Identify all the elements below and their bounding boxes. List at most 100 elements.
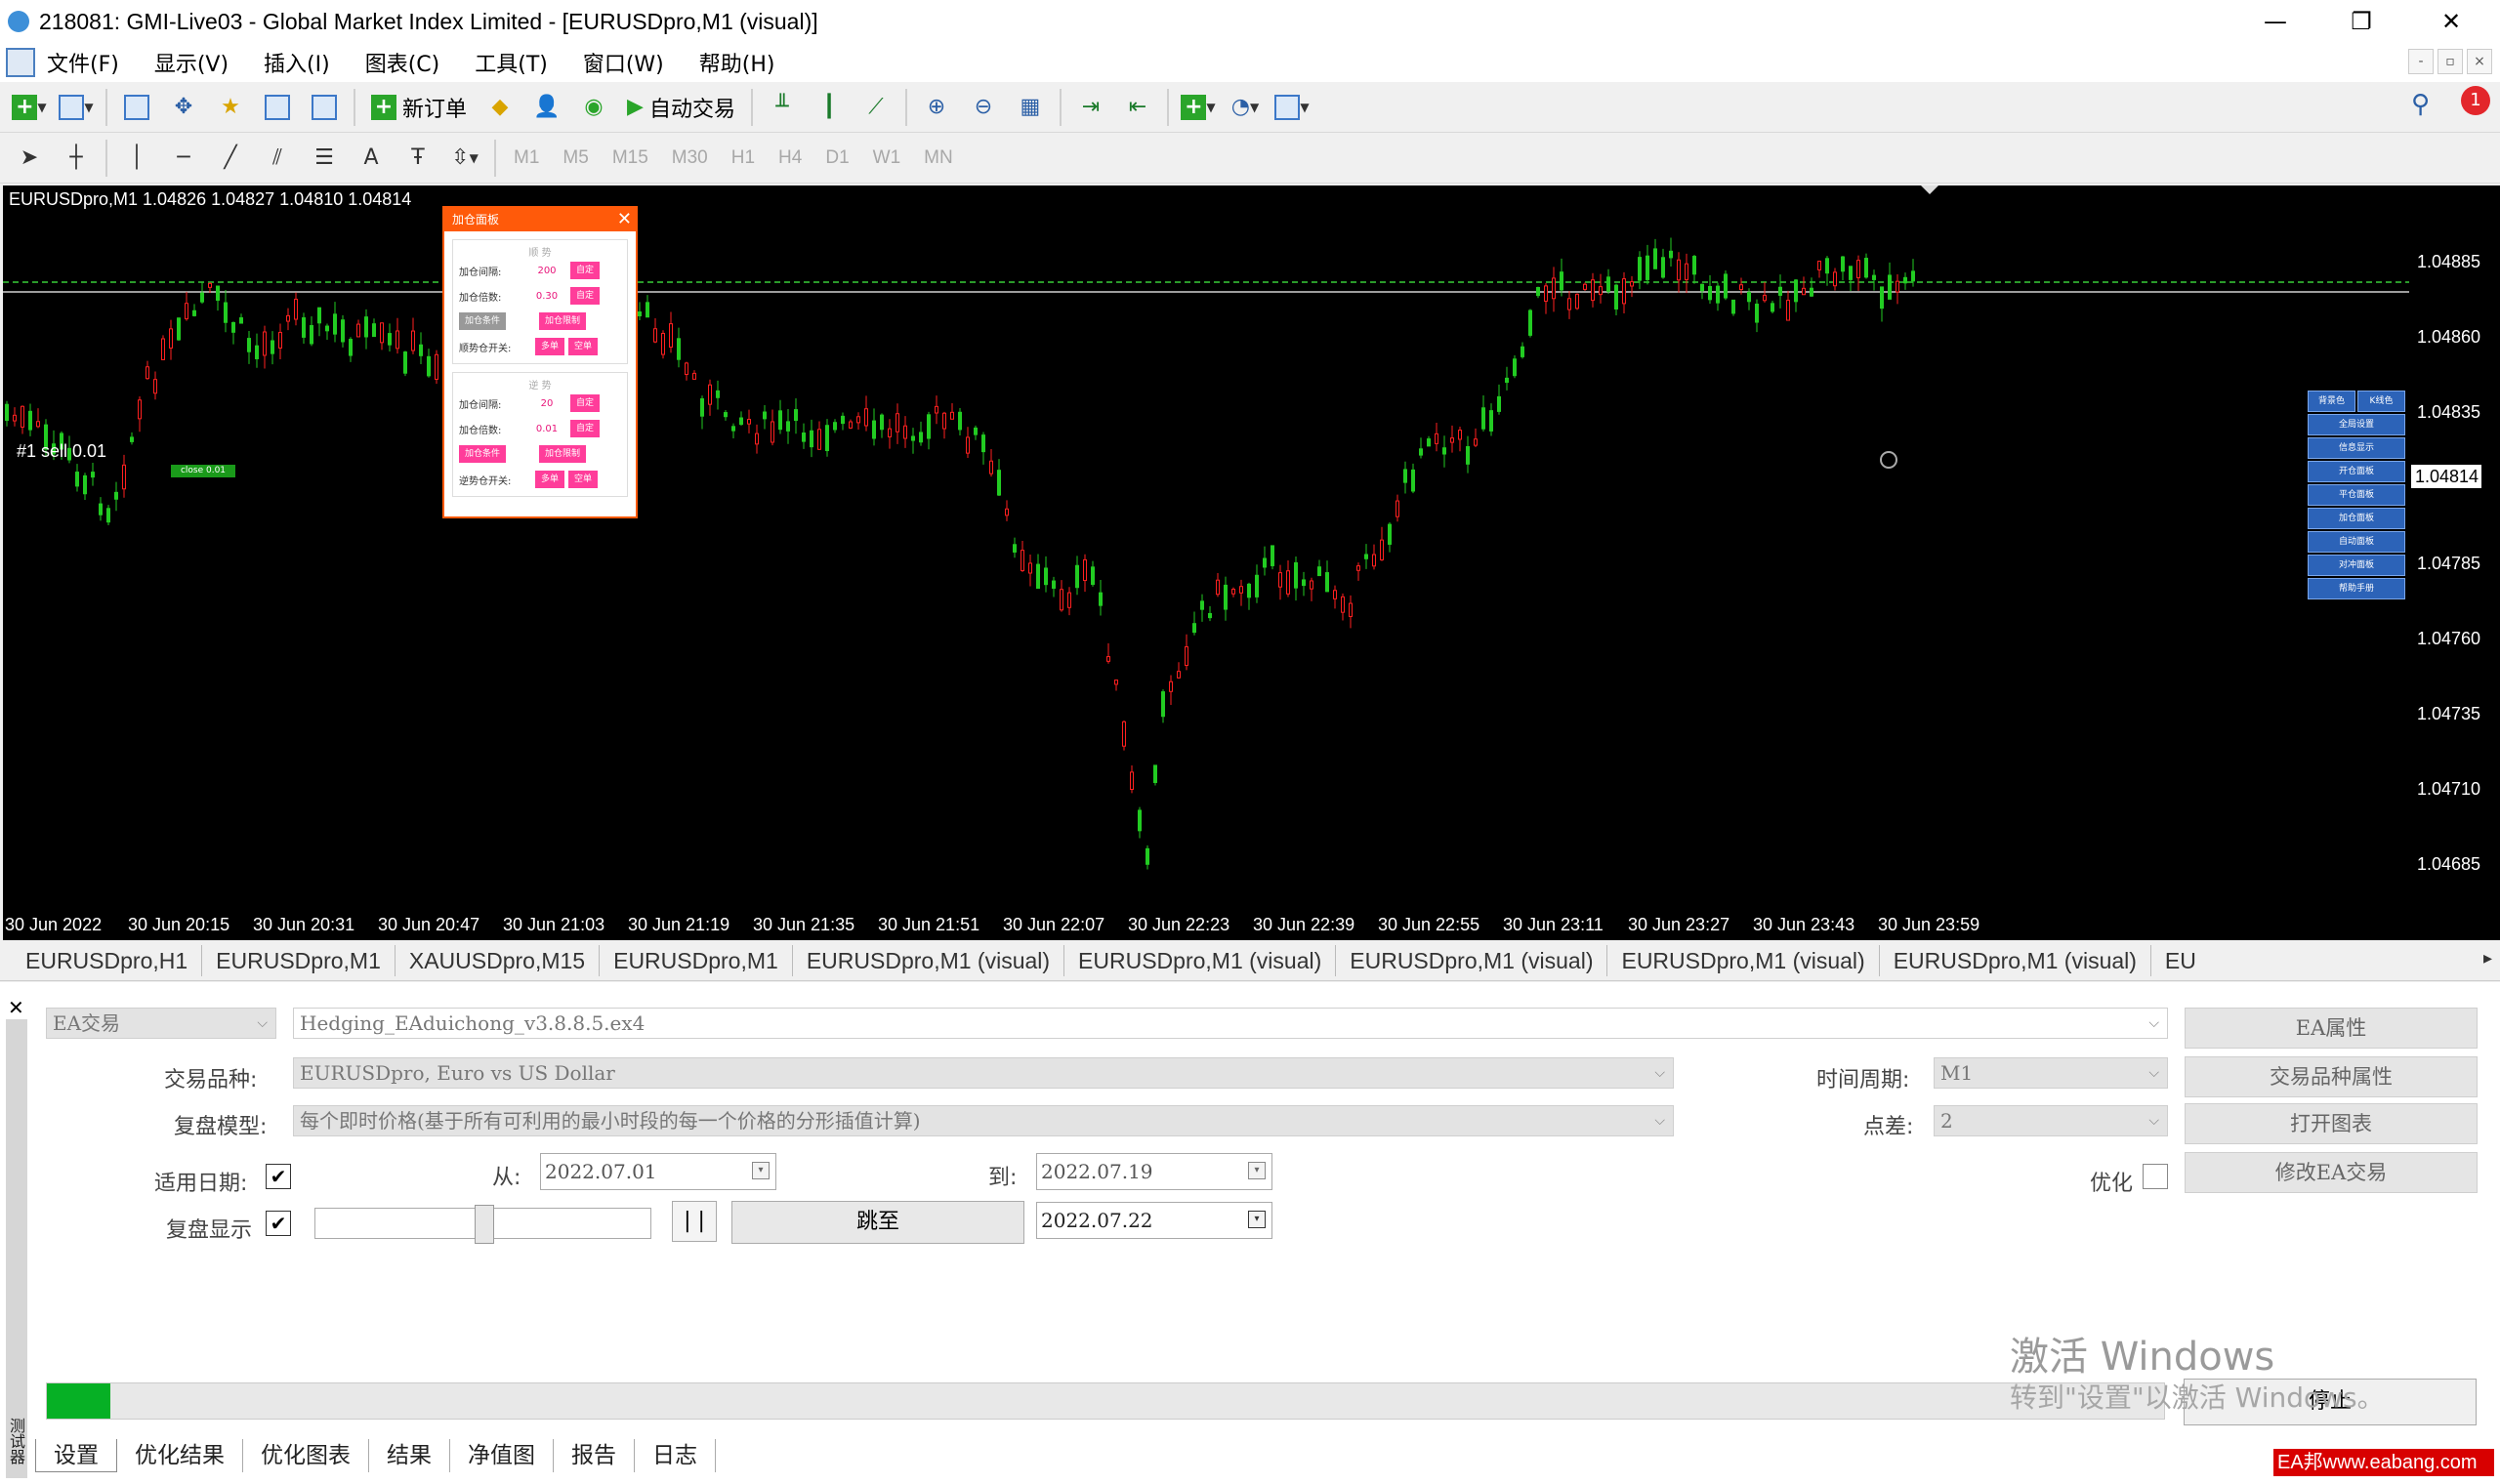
to-date-input[interactable]: 2022.07.19 ▾: [1036, 1153, 1272, 1190]
chart-tab[interactable]: EURUSDpro,M1: [202, 944, 396, 976]
trend-long-button[interactable]: 多单: [535, 338, 565, 355]
menu-window[interactable]: 窗口(W): [583, 47, 664, 78]
chart-tab[interactable]: EURUSDpro,M1 (visual): [793, 944, 1065, 976]
profiles-button[interactable]: ▼: [57, 88, 96, 127]
tab-settings[interactable]: 设置: [35, 1439, 117, 1472]
add-limit-button[interactable]: 加仓限制: [539, 312, 587, 330]
menu-help[interactable]: 帮助(H): [699, 47, 775, 78]
symbol-properties-button[interactable]: 交易品种属性: [2185, 1056, 2478, 1097]
tab-report[interactable]: 报告: [554, 1439, 635, 1472]
data-window-button[interactable]: ✥: [164, 88, 203, 127]
auto-trading-button[interactable]: ▶ 自动交易: [621, 88, 741, 127]
new-order-button[interactable]: + 新订单: [365, 88, 473, 127]
close-button[interactable]: ✕: [2414, 0, 2488, 43]
open-panel-button[interactable]: 开仓面板: [2308, 461, 2405, 482]
multiplier-custom-button[interactable]: 自定: [570, 420, 601, 437]
notification-badge[interactable]: 1: [2461, 86, 2490, 115]
text-label-button[interactable]: Ŧ: [398, 139, 438, 178]
tab-journal[interactable]: 日志: [635, 1439, 716, 1472]
maximize-button[interactable]: ❐: [2324, 0, 2398, 43]
add-condition-button[interactable]: 加仓条件: [459, 312, 507, 330]
search-icon[interactable]: ⚲: [2411, 90, 2430, 119]
optimize-checkbox[interactable]: [2143, 1164, 2168, 1189]
counter-long-button[interactable]: 多单: [535, 471, 565, 488]
multiplier-value[interactable]: 0.01: [527, 424, 566, 434]
cursor-button[interactable]: ➤: [10, 139, 49, 178]
auto-panel-button[interactable]: 自动面板: [2308, 531, 2405, 553]
expert-select[interactable]: Hedging_EAduichong_v3.8.8.5.ex4 ⌵: [293, 1008, 2168, 1039]
chart-tab[interactable]: EURUSDpro,M1 (visual): [1064, 944, 1337, 976]
add-limit-button[interactable]: 加仓限制: [539, 445, 587, 463]
market-button[interactable]: ◉: [574, 88, 613, 127]
trendline-button[interactable]: ╱: [211, 139, 250, 178]
timeframe-d1[interactable]: D1: [825, 147, 849, 169]
autoscroll-button[interactable]: ⇥: [1071, 88, 1110, 127]
fibonacci-button[interactable]: ☰: [305, 139, 344, 178]
chart-window-icon[interactable]: [6, 48, 35, 77]
use-date-checkbox[interactable]: ✔: [266, 1164, 291, 1189]
mode-select[interactable]: EA交易 ⌵: [46, 1008, 276, 1039]
menu-insert[interactable]: 插入(I): [264, 47, 330, 78]
periods-button[interactable]: ◔ ▼: [1226, 88, 1265, 127]
calendar-icon[interactable]: ▾: [1248, 1211, 1266, 1228]
menu-charts[interactable]: 图表(C): [365, 47, 440, 78]
open-chart-button[interactable]: 打开图表: [2185, 1103, 2478, 1144]
timeframe-m30[interactable]: M30: [672, 147, 708, 169]
candle-color-button[interactable]: K线色: [2357, 391, 2405, 412]
chart-tab[interactable]: EURUSDpro,M1 (visual): [1607, 944, 1880, 976]
timeframe-mn[interactable]: MN: [924, 147, 953, 169]
menu-tools[interactable]: 工具(T): [475, 47, 548, 78]
line-chart-button[interactable]: ⟋: [856, 88, 896, 127]
spread-select[interactable]: 2 ⌵: [1934, 1105, 2168, 1136]
tile-windows-button[interactable]: ▦: [1011, 88, 1050, 127]
chevron-right-icon[interactable]: ▸: [2483, 948, 2492, 969]
zoom-out-button[interactable]: ⊖: [964, 88, 1003, 127]
add-condition-button[interactable]: 加仓条件: [459, 445, 507, 463]
timeframe-m15[interactable]: M15: [612, 147, 648, 169]
indicators-button[interactable]: + ▼: [1179, 88, 1218, 127]
mdi-restore-button[interactable]: ▫: [2438, 49, 2463, 74]
navigator-button[interactable]: ★: [211, 88, 250, 127]
menu-file[interactable]: 文件(F): [47, 47, 119, 78]
bg-color-button[interactable]: 背景色: [2308, 391, 2355, 412]
modify-expert-button[interactable]: 修改EA交易: [2185, 1152, 2478, 1193]
panel-close-icon[interactable]: ✕: [617, 208, 632, 231]
info-display-button[interactable]: 信息显示: [2308, 437, 2405, 459]
tab-optimization-results[interactable]: 优化结果: [117, 1439, 243, 1472]
chart-shift-button[interactable]: ⇤: [1118, 88, 1157, 127]
chart-tab[interactable]: EURUSDpro,M1: [600, 944, 793, 976]
tab-results[interactable]: 结果: [369, 1439, 450, 1472]
signals-button[interactable]: 👤: [527, 88, 566, 127]
strategy-tester-button[interactable]: [305, 88, 344, 127]
slider-thumb[interactable]: [474, 1205, 494, 1244]
multiplier-custom-button[interactable]: 自定: [570, 287, 601, 305]
price-chart[interactable]: EURUSDpro,M1 1.04826 1.04827 1.04810 1.0…: [3, 186, 2409, 940]
period-select[interactable]: M1 ⌵: [1934, 1057, 2168, 1089]
arrows-button[interactable]: ⇳ ▼: [445, 139, 484, 178]
hedge-panel-button[interactable]: 对冲面板: [2308, 555, 2405, 576]
chart-tab[interactable]: EURUSDpro,M1 (visual): [1336, 944, 1608, 976]
help-manual-button[interactable]: 帮助手册: [2308, 578, 2405, 599]
close-panel-button[interactable]: 平仓面板: [2308, 484, 2405, 506]
interval-value[interactable]: 200: [527, 266, 566, 276]
terminal-button[interactable]: [258, 88, 297, 127]
jump-to-button[interactable]: 跳至: [731, 1201, 1024, 1244]
interval-custom-button[interactable]: 自定: [570, 394, 601, 412]
channel-button[interactable]: ⫽: [258, 139, 297, 178]
horizontal-line-button[interactable]: ─: [164, 139, 203, 178]
trend-short-button[interactable]: 空单: [568, 338, 599, 355]
calendar-icon[interactable]: ▾: [752, 1162, 770, 1179]
visual-speed-slider[interactable]: [314, 1205, 651, 1244]
multiplier-value[interactable]: 0.30: [527, 291, 566, 302]
crosshair-button[interactable]: ┼: [57, 139, 96, 178]
timeframe-h4[interactable]: H4: [778, 147, 802, 169]
chart-tab[interactable]: XAUUSDpro,M15: [396, 944, 601, 976]
visual-mode-checkbox[interactable]: ✔: [266, 1211, 291, 1236]
new-chart-button[interactable]: + ▼: [10, 88, 49, 127]
tab-graph[interactable]: 净值图: [450, 1439, 554, 1472]
counter-short-button[interactable]: 空单: [568, 471, 599, 488]
zoom-in-button[interactable]: ⊕: [917, 88, 956, 127]
jump-date-input[interactable]: 2022.07.22 ▾: [1036, 1202, 1272, 1239]
timeframe-m1[interactable]: M1: [514, 147, 539, 169]
mdi-minimize-button[interactable]: -: [2408, 49, 2434, 74]
